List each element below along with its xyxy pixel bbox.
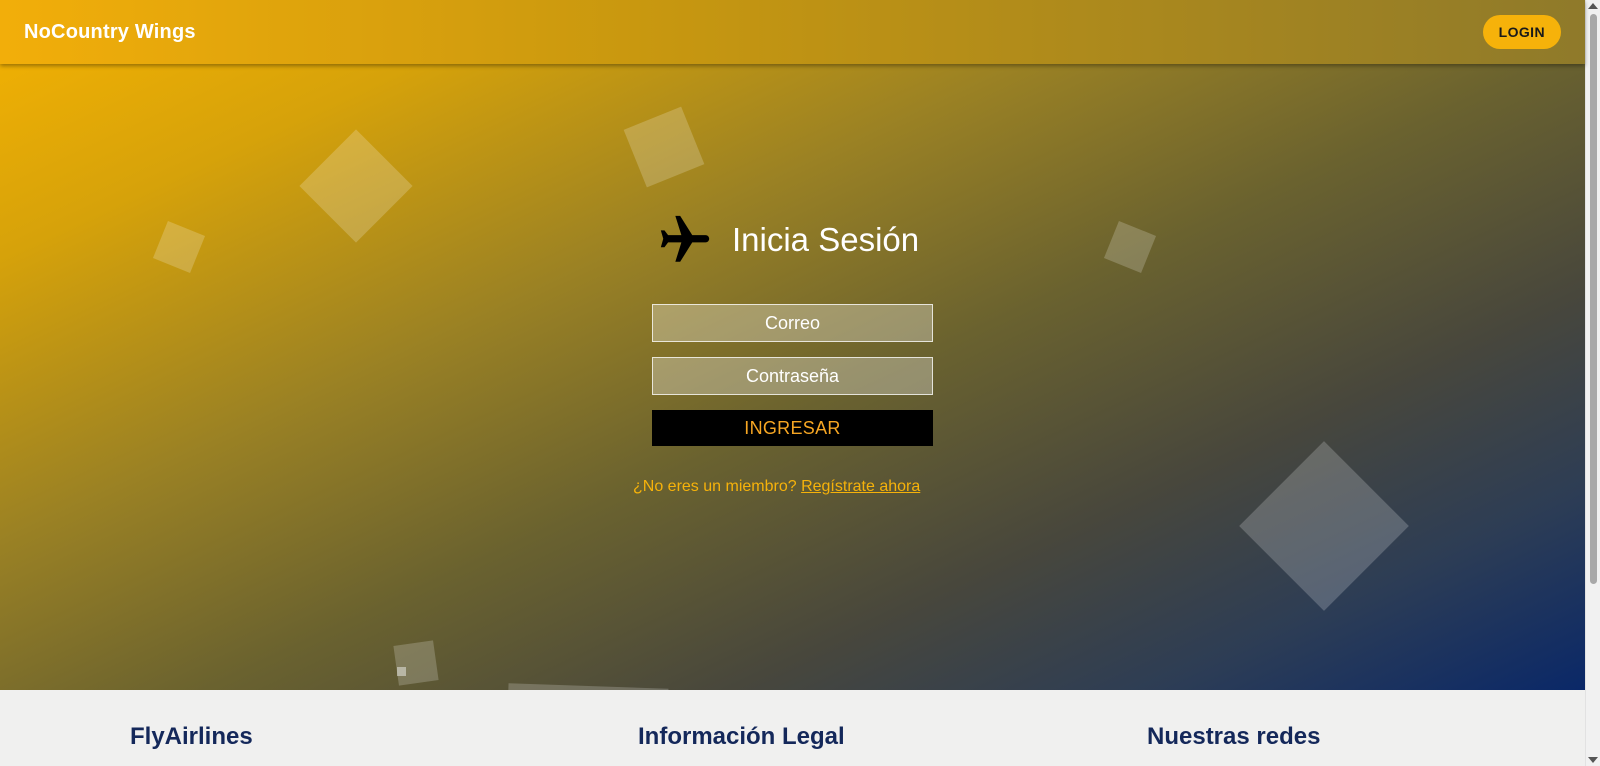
decorative-square xyxy=(1239,441,1409,611)
decorative-square xyxy=(152,220,206,274)
decorative-square xyxy=(299,129,413,243)
decorative-square xyxy=(507,683,669,690)
login-title: Inicia Sesión xyxy=(732,221,920,258)
login-button[interactable]: LOGIN xyxy=(1482,15,1561,49)
login-form: Inicia Sesión INGRESAR ¿No eres un miemb… xyxy=(633,210,933,495)
decorative-square xyxy=(393,640,439,686)
decorative-square xyxy=(397,667,406,676)
password-field[interactable] xyxy=(652,357,933,395)
login-title-row: Inicia Sesión xyxy=(656,210,933,270)
airplane-icon xyxy=(656,211,714,269)
scroll-down-icon[interactable] xyxy=(1588,757,1598,763)
login-submit-button[interactable]: INGRESAR xyxy=(652,410,933,446)
vertical-scrollbar[interactable] xyxy=(1585,0,1600,766)
footer-heading-social: Nuestras redes xyxy=(1147,723,1321,750)
footer-heading-flyairlines: FlyAirlines xyxy=(130,723,253,750)
top-navbar: NoCountry Wings LOGIN xyxy=(0,0,1585,64)
decorative-square xyxy=(623,106,705,188)
email-field[interactable] xyxy=(652,304,933,342)
scroll-up-icon[interactable] xyxy=(1588,3,1598,9)
footer-heading-legal: Información Legal xyxy=(638,723,845,750)
register-prompt: ¿No eres un miembro? Regístrate ahora xyxy=(633,478,973,496)
scrollbar-thumb[interactable] xyxy=(1590,14,1597,584)
page: Inicia Sesión INGRESAR ¿No eres un miemb… xyxy=(0,0,1600,766)
register-link[interactable]: Regístrate ahora xyxy=(801,478,920,495)
brand-logo[interactable]: NoCountry Wings xyxy=(24,21,196,44)
register-prompt-text: ¿No eres un miembro? xyxy=(633,478,797,495)
hero-background: Inicia Sesión INGRESAR ¿No eres un miemb… xyxy=(0,0,1585,690)
footer: FlyAirlines Información Legal Nuestras r… xyxy=(0,690,1585,766)
decorative-square xyxy=(1103,220,1157,274)
